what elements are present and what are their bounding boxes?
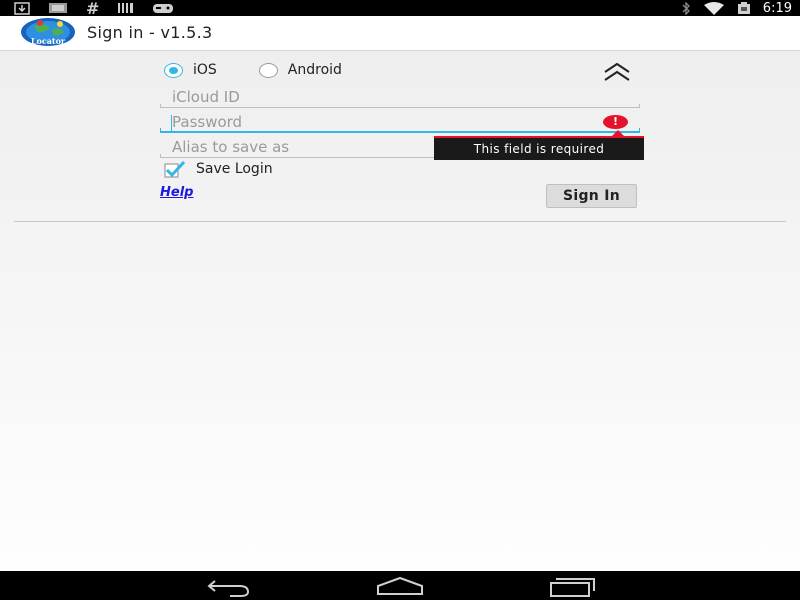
wifi-icon xyxy=(703,1,724,15)
help-link[interactable]: Help xyxy=(160,185,193,200)
error-tooltip: This field is required xyxy=(434,136,644,160)
icloud-id-underline xyxy=(160,104,640,108)
text-cursor xyxy=(171,115,172,131)
radio-android[interactable]: Android xyxy=(258,62,342,78)
image-icon xyxy=(49,3,67,13)
gamepad-icon xyxy=(153,4,174,13)
save-login-label: Save Login xyxy=(196,161,273,177)
barcode-icon xyxy=(118,3,134,13)
clock: 6:19 xyxy=(762,0,792,16)
icloud-id-field-container xyxy=(160,86,640,108)
recent-apps-icon[interactable] xyxy=(542,574,602,598)
error-icon[interactable]: ! xyxy=(603,115,628,129)
password-field-container xyxy=(160,111,640,133)
platform-radio-group: iOS Android xyxy=(164,62,384,78)
home-icon[interactable] xyxy=(370,574,430,598)
navigation-bar xyxy=(0,571,800,600)
divider xyxy=(14,221,786,222)
password-underline xyxy=(160,128,640,133)
radio-android-indicator[interactable] xyxy=(258,62,278,78)
checkmark-icon[interactable] xyxy=(164,160,186,178)
radio-ios-indicator[interactable] xyxy=(164,62,183,78)
battery-icon xyxy=(737,1,750,14)
password-input[interactable] xyxy=(160,111,640,133)
radio-android-label: Android xyxy=(287,62,342,78)
sign-in-button[interactable]: Sign In xyxy=(546,184,637,208)
radio-ios[interactable]: iOS xyxy=(164,62,217,78)
back-icon[interactable] xyxy=(200,574,260,598)
status-bar: # 6:19 xyxy=(0,0,800,18)
locator-globe-icon: Locator xyxy=(21,18,75,46)
logo-text: Locator xyxy=(31,36,66,46)
icloud-id-input[interactable] xyxy=(160,86,640,108)
page-title: Sign in - v1.5.3 xyxy=(87,23,213,42)
action-bar: Locator Sign in - v1.5.3 xyxy=(0,16,800,51)
notification-icons: # xyxy=(14,0,174,18)
save-login-checkbox[interactable]: Save Login xyxy=(164,160,273,178)
bluetooth-icon xyxy=(682,1,690,15)
system-icons: 6:19 xyxy=(681,0,792,16)
collapse-chevron-up-icon[interactable] xyxy=(600,62,634,84)
download-icon xyxy=(14,1,30,15)
radio-ios-label: iOS xyxy=(193,62,217,78)
hash-icon: # xyxy=(86,0,100,18)
